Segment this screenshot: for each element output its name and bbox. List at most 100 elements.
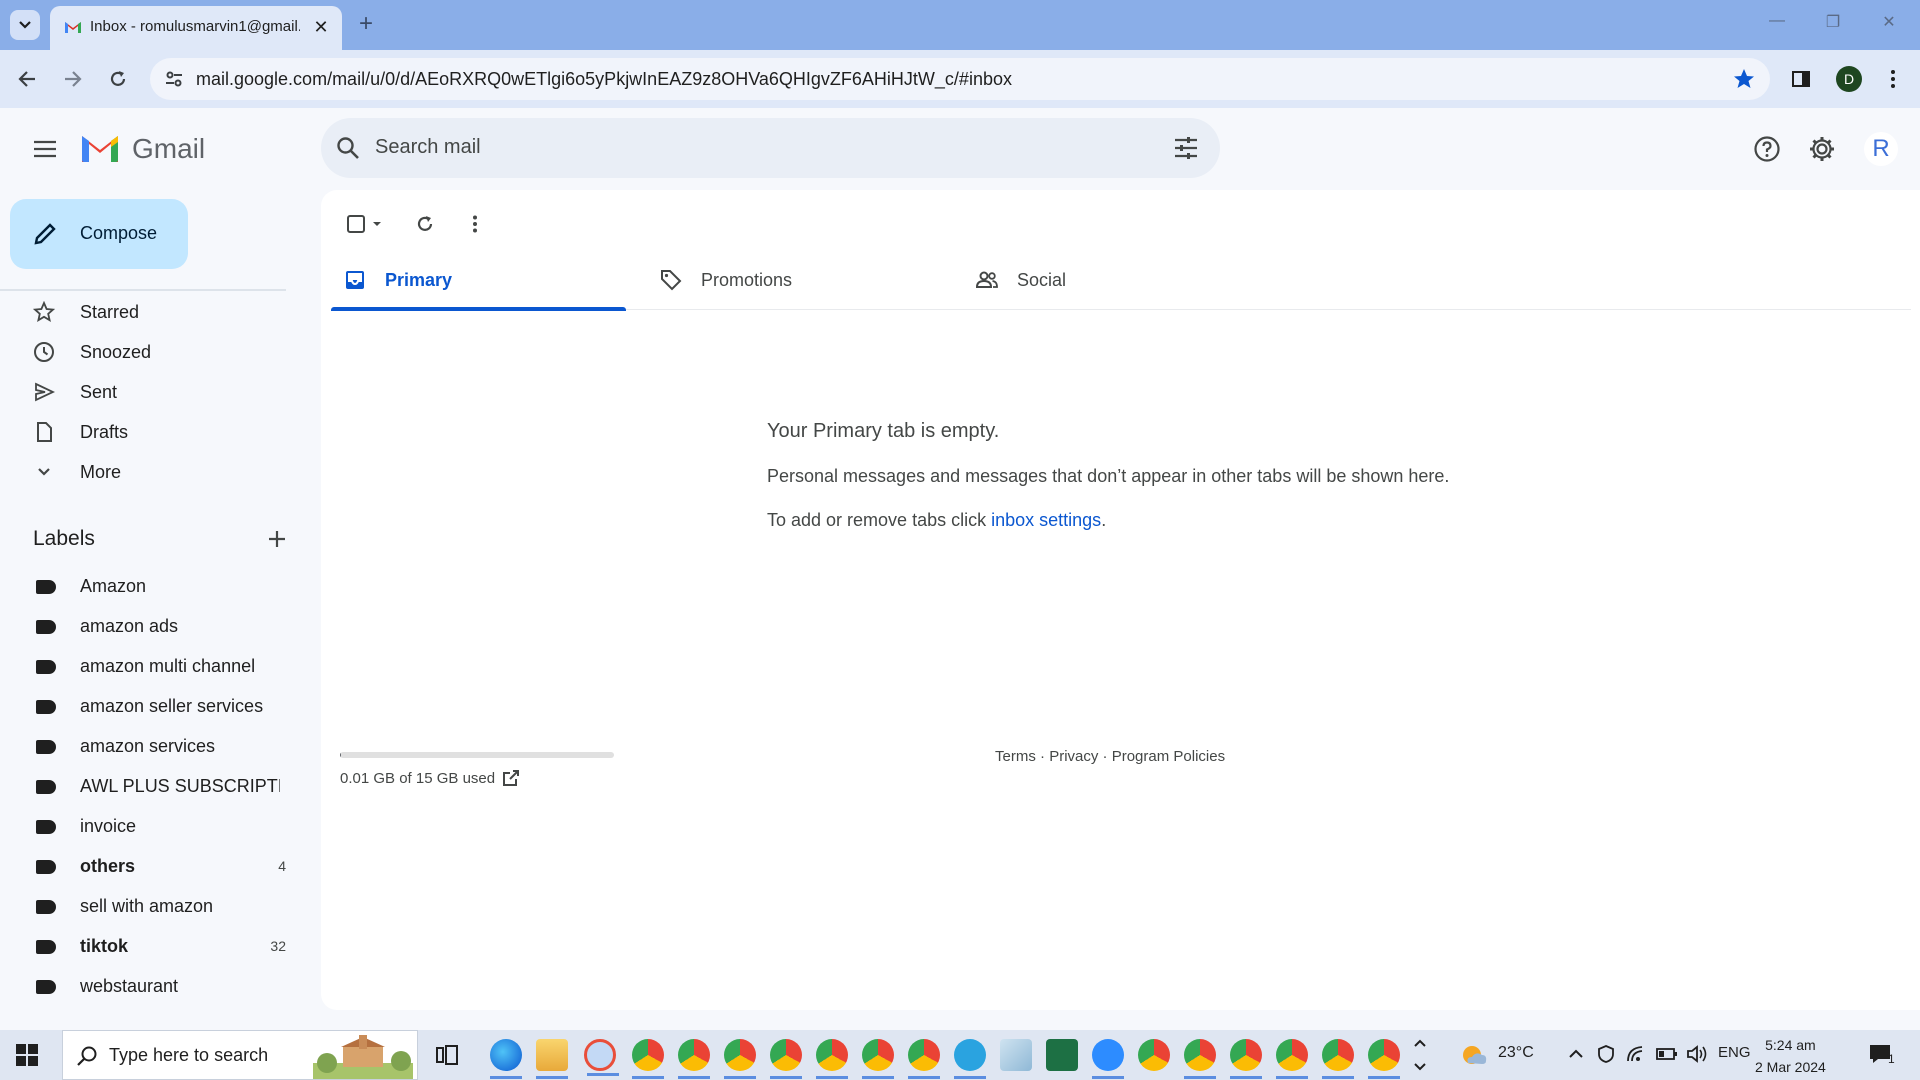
bookmark-star-icon[interactable] bbox=[1732, 67, 1756, 91]
labels-heading: Labels bbox=[33, 527, 95, 550]
taskbar-excel-icon[interactable] bbox=[1046, 1039, 1078, 1071]
taskbar-chrome-profile-10-icon[interactable] bbox=[1276, 1039, 1308, 1079]
label-item-invoice[interactable]: invoice bbox=[0, 808, 300, 844]
taskbar-chrome-profile-12-icon[interactable] bbox=[1368, 1039, 1400, 1079]
label-item-amazon-seller-services[interactable]: amazon seller services bbox=[0, 688, 300, 724]
sidebar-item-snoozed[interactable]: Snoozed bbox=[0, 334, 300, 370]
browser-tab-gmail[interactable]: Inbox - romulusmarvin1@gmail.com - Gmail… bbox=[50, 6, 342, 50]
taskbar-chrome-profile-7-icon[interactable] bbox=[908, 1039, 940, 1079]
footer-links: Terms · Privacy · Program Policies bbox=[995, 748, 1225, 765]
taskbar-chrome-profile-6-icon[interactable] bbox=[862, 1039, 894, 1079]
browser-menu-button[interactable] bbox=[1878, 64, 1908, 94]
compose-label: Compose bbox=[80, 223, 158, 243]
label-item-amazon-services[interactable]: amazon services bbox=[0, 728, 300, 764]
taskbar-clock[interactable]: 5:24 am 2 Mar 2024 bbox=[1755, 1034, 1826, 1078]
tab-primary[interactable]: Primary bbox=[331, 250, 626, 311]
select-all-checkbox[interactable] bbox=[341, 204, 391, 244]
battery-icon[interactable] bbox=[1656, 1046, 1678, 1062]
taskbar-notepad-icon[interactable] bbox=[1000, 1039, 1032, 1071]
taskbar-chrome-profile-5-icon[interactable] bbox=[816, 1039, 848, 1079]
tab-promotions[interactable]: Promotions bbox=[647, 250, 942, 310]
taskbar-chrome-profile-11-icon[interactable] bbox=[1322, 1039, 1354, 1079]
inbox-settings-link[interactable]: inbox settings bbox=[991, 510, 1101, 530]
close-window-icon[interactable]: ✕ bbox=[1874, 12, 1904, 36]
taskbar-edge-icon[interactable] bbox=[490, 1039, 522, 1079]
taskbar-chrome-icon[interactable] bbox=[1138, 1039, 1170, 1071]
compose-button[interactable]: Compose bbox=[10, 199, 188, 269]
create-label-button[interactable] bbox=[264, 524, 290, 554]
windows-start-icon[interactable] bbox=[16, 1044, 38, 1066]
label-item-others[interactable]: others 4 bbox=[0, 848, 300, 884]
forward-button[interactable] bbox=[58, 64, 88, 94]
refresh-button[interactable] bbox=[407, 204, 443, 244]
settings-button[interactable] bbox=[1807, 134, 1837, 164]
privacy-link[interactable]: Privacy bbox=[1049, 748, 1098, 765]
sidebar-item-starred[interactable]: Starred bbox=[0, 294, 300, 330]
tray-chevron-up-icon[interactable] bbox=[1568, 1046, 1584, 1062]
taskbar-chrome-profile-2-icon[interactable] bbox=[678, 1039, 710, 1079]
terms-link[interactable]: Terms bbox=[995, 748, 1036, 765]
minimize-icon[interactable]: — bbox=[1762, 12, 1792, 36]
notifications-button[interactable]: 1 bbox=[1868, 1042, 1908, 1068]
taskbar-chrome-profile-4-icon[interactable] bbox=[770, 1039, 802, 1079]
language-indicator[interactable]: ENG bbox=[1718, 1044, 1751, 1061]
taskbar-search-box[interactable]: Type here to search bbox=[62, 1030, 418, 1080]
main-menu-button[interactable] bbox=[30, 134, 60, 164]
task-view-icon[interactable] bbox=[436, 1044, 458, 1066]
label-item-webstaurant[interactable]: webstaurant bbox=[0, 968, 300, 1004]
unread-count: 4 bbox=[278, 858, 286, 874]
label-item-tiktok[interactable]: tiktok 32 bbox=[0, 928, 300, 964]
taskbar-file-explorer-icon[interactable] bbox=[536, 1039, 568, 1079]
label-name: others bbox=[80, 856, 136, 876]
taskbar-zoom-icon[interactable] bbox=[1092, 1039, 1124, 1079]
program-policies-link[interactable]: Program Policies bbox=[1112, 748, 1225, 765]
new-tab-button[interactable]: + bbox=[352, 10, 380, 38]
footer-separator: · bbox=[1035, 748, 1050, 765]
gmail-logo-icon[interactable] bbox=[80, 132, 120, 164]
taskbar-snipping-tool-icon[interactable] bbox=[584, 1039, 619, 1076]
account-avatar[interactable]: R bbox=[1864, 132, 1898, 166]
sidebar-item-sent[interactable]: Sent bbox=[0, 374, 300, 410]
address-bar[interactable]: mail.google.com/mail/u/0/d/AEoRXRQ0wETlg… bbox=[150, 58, 1770, 100]
sidebar-item-drafts[interactable]: Drafts bbox=[0, 414, 300, 450]
taskbar-chrome-profile-8-icon[interactable] bbox=[1184, 1039, 1216, 1079]
weather-icon[interactable] bbox=[1460, 1041, 1488, 1069]
external-link-icon[interactable] bbox=[501, 768, 521, 788]
support-button[interactable] bbox=[1752, 134, 1782, 164]
tab-search-button[interactable] bbox=[10, 10, 40, 40]
side-panel-button[interactable] bbox=[1786, 64, 1816, 94]
more-actions-button[interactable] bbox=[457, 204, 493, 244]
label-item-amazon-multi-channel[interactable]: amazon multi channel bbox=[0, 648, 300, 684]
taskbar-chrome-profile-1-icon[interactable] bbox=[632, 1039, 664, 1079]
search-bar[interactable]: Search mail bbox=[321, 118, 1220, 178]
label-name: amazon services bbox=[80, 736, 216, 756]
site-info-icon[interactable] bbox=[164, 69, 184, 89]
browser-profile-button[interactable]: D bbox=[1834, 64, 1864, 94]
label-item-sell-with-amazon[interactable]: sell with amazon bbox=[0, 888, 300, 924]
taskbar-search-input[interactable]: Type here to search bbox=[109, 1045, 268, 1066]
label-item-awl-plus[interactable]: AWL PLUS SUBSCRIPTI... bbox=[0, 768, 300, 804]
chevron-down-icon bbox=[33, 461, 55, 483]
taskbar-overflow-icon[interactable] bbox=[1412, 1036, 1428, 1074]
label-name: sell with amazon bbox=[80, 896, 214, 916]
search-icon[interactable] bbox=[335, 135, 361, 161]
taskbar-chrome-profile-3-icon[interactable] bbox=[724, 1039, 756, 1079]
taskbar-chrome-profile-9-icon[interactable] bbox=[1230, 1039, 1262, 1079]
taskbar-telegram-icon[interactable] bbox=[954, 1039, 986, 1079]
search-input[interactable]: Search mail bbox=[375, 136, 481, 159]
search-options-icon[interactable] bbox=[1172, 134, 1200, 162]
tab-social[interactable]: Social bbox=[963, 250, 1258, 310]
security-shield-icon[interactable] bbox=[1596, 1044, 1616, 1064]
reload-button[interactable] bbox=[103, 64, 133, 94]
wifi-icon[interactable] bbox=[1626, 1044, 1646, 1064]
hamburger-menu-icon bbox=[34, 140, 56, 158]
sidebar-item-more[interactable]: More bbox=[0, 454, 300, 490]
back-button[interactable] bbox=[12, 64, 42, 94]
label-item-amazon-ads[interactable]: amazon ads bbox=[0, 608, 300, 644]
close-tab-icon[interactable]: ✕ bbox=[310, 16, 332, 38]
label-item-amazon[interactable]: Amazon bbox=[0, 568, 300, 604]
volume-icon[interactable] bbox=[1686, 1044, 1708, 1064]
search-icon bbox=[77, 1046, 97, 1066]
restore-icon[interactable]: ❐ bbox=[1818, 12, 1848, 36]
weather-temperature[interactable]: 23°C bbox=[1498, 1044, 1534, 1062]
